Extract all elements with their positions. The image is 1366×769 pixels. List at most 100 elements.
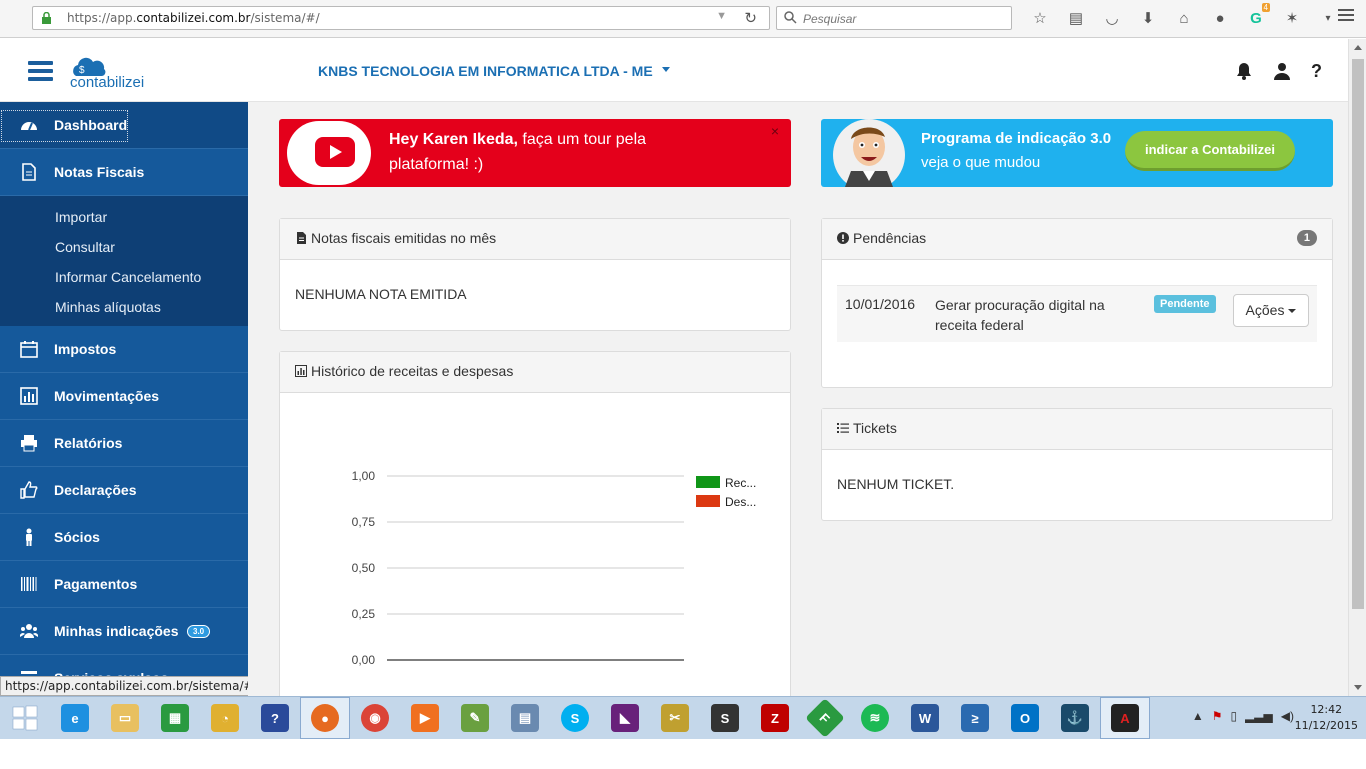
sidebar-item-relatorios[interactable]: Relatórios — [0, 420, 248, 467]
taskbar-firefox[interactable]: ● — [300, 697, 350, 739]
y-tick-label: 0,75 — [352, 515, 376, 529]
volume-icon[interactable]: ◀) — [1281, 709, 1294, 723]
actions-dropdown-button[interactable]: Ações — [1233, 294, 1309, 327]
caret-down-icon — [1288, 309, 1297, 313]
close-icon[interactable]: × — [771, 123, 779, 139]
spotify-icon: ≋ — [861, 704, 889, 732]
pocket-icon[interactable]: ◡ — [1094, 7, 1130, 29]
y-tick-label: 1,00 — [352, 469, 376, 483]
search-icon — [784, 11, 797, 24]
sidebar-item-label: Notas Fiscais — [54, 164, 145, 180]
taskbar-help[interactable]: ? — [250, 697, 300, 739]
chrome-icon: ◉ — [361, 704, 389, 732]
legend-label[interactable]: Des... — [725, 495, 756, 509]
system-tray: ▲ ⚑ ▯ ▂▃▅ ◀) — [1192, 709, 1294, 723]
taskbar-timer[interactable]: ◔ — [200, 697, 250, 739]
user-icon[interactable] — [1272, 61, 1292, 81]
taskbar-sublime[interactable]: S — [700, 697, 750, 739]
scroll-up-icon[interactable] — [1354, 45, 1362, 50]
stopwatch-icon: ◔ — [211, 704, 239, 732]
taskbar-explorer[interactable]: ▭ — [100, 697, 150, 739]
youtube-play-icon[interactable] — [315, 137, 355, 167]
taskbar-media[interactable]: ▶ — [400, 697, 450, 739]
sidebar-item-notas-fiscais[interactable]: Notas Fiscais — [0, 149, 248, 196]
diamond-app-icon: F — [805, 698, 845, 738]
taskbar-filezilla[interactable]: Z — [750, 697, 800, 739]
logo-text[interactable]: contabilizei — [70, 74, 144, 91]
sidebar-item-pagamentos[interactable]: Pagamentos — [0, 561, 248, 608]
taskbar-calculator[interactable]: ▤ — [500, 697, 550, 739]
taskbar-visual-studio[interactable]: ◣ — [600, 697, 650, 739]
clock-date: 11/12/2015 — [1294, 719, 1358, 732]
bell-icon[interactable] — [1234, 61, 1254, 81]
filezilla-icon: Z — [761, 704, 789, 732]
submenu-item-informar-cancelamento[interactable]: Informar Cancelamento — [0, 262, 248, 292]
chat-icon[interactable]: ● — [1202, 7, 1238, 29]
panel-title: Pendências — [853, 230, 927, 246]
submenu-item-minhas-aliquotas[interactable]: Minhas alíquotas — [0, 292, 248, 322]
taskbar-mysql[interactable]: ⚓ — [1050, 697, 1100, 739]
indication-banner[interactable]: Programa de indicação 3.0 veja o que mudo… — [821, 119, 1333, 187]
menu-toggle-icon[interactable] — [28, 61, 53, 81]
grammarly-icon[interactable]: G4 — [1238, 3, 1274, 29]
scroll-down-icon[interactable] — [1354, 685, 1362, 690]
taskbar-tools[interactable]: ✂ — [650, 697, 700, 739]
extension-icon[interactable]: ✶ — [1274, 7, 1310, 29]
powershell-icon: ≥ — [961, 704, 989, 732]
taskbar-notepad[interactable]: ✎ — [450, 697, 500, 739]
acrobat-icon: A — [1111, 704, 1139, 732]
help-icon[interactable]: ? — [1311, 61, 1322, 82]
download-icon[interactable]: ⬇ — [1130, 7, 1166, 29]
browser-search-input[interactable]: Pesquisar — [776, 6, 1012, 30]
tools-icon: ✂ — [661, 704, 689, 732]
taskbar-apps: e ▭ ▦ ◔ ? ● ◉ ▶ ✎ ▤ S ◣ ✂ S Z F ≋ W ≥ O … — [0, 697, 1150, 739]
taskbar-word[interactable]: W — [900, 697, 950, 739]
taskbar-acrobat[interactable]: A — [1100, 697, 1150, 739]
legend-label[interactable]: Rec... — [725, 476, 756, 490]
taskbar-chrome[interactable]: ◉ — [350, 697, 400, 739]
sidebar-item-declaracoes[interactable]: Declarações — [0, 467, 248, 514]
folder-icon: ▭ — [111, 704, 139, 732]
sidebar-item-socios[interactable]: Sócios — [0, 514, 248, 561]
flag-icon[interactable]: ⚑ — [1212, 709, 1223, 723]
system-clock[interactable]: 12:42 11/12/2015 — [1295, 702, 1358, 734]
reload-icon[interactable]: ↻ — [744, 9, 757, 27]
sidebar-item-label: Sócios — [54, 529, 100, 545]
reading-list-icon[interactable]: ▤ — [1058, 7, 1094, 29]
chevron-down-icon[interactable] — [662, 67, 670, 72]
indicate-button[interactable]: indicar a Contabilizei — [1125, 131, 1295, 171]
url-dropdown-icon[interactable]: ▼ — [716, 10, 727, 22]
sidebar-item-minhas-indicacoes[interactable]: Minhas indicações 3.0 — [0, 608, 248, 655]
tour-banner[interactable]: Hey Karen Ikeda, faça um tour pela plata… — [279, 119, 791, 187]
sidebar-item-movimentacoes[interactable]: Movimentações — [0, 373, 248, 420]
battery-icon[interactable]: ▯ — [1230, 709, 1237, 723]
signal-icon[interactable]: ▂▃▅ — [1245, 709, 1273, 723]
legend-swatch — [696, 495, 720, 507]
tickets-panel: Tickets NENHUM TICKET. — [821, 408, 1333, 521]
taskbar-skype[interactable]: S — [550, 697, 600, 739]
taskbar-store[interactable]: ▦ — [150, 697, 200, 739]
home-icon[interactable]: ⌂ — [1166, 7, 1202, 29]
tray-expand-icon[interactable]: ▲ — [1192, 709, 1204, 723]
sidebar-item-dashboard[interactable]: Dashboard — [0, 102, 248, 149]
taskbar-spotify[interactable]: ≋ — [850, 697, 900, 739]
company-selector[interactable]: KNBS TECNOLOGIA EM INFORMATICA LTDA - ME — [318, 63, 653, 79]
start-button[interactable] — [0, 697, 50, 739]
address-bar[interactable]: https://app.contabilizei.com.br/sistema/… — [32, 6, 770, 30]
browser-menu-icon[interactable] — [1338, 9, 1354, 23]
main-content: Hey Karen Ikeda, faça um tour pela plata… — [248, 102, 1348, 696]
submenu-item-consultar[interactable]: Consultar — [0, 232, 248, 262]
panel-title: Notas fiscais emitidas no mês — [311, 230, 497, 246]
page-scrollbar[interactable] — [1348, 39, 1366, 696]
sidebar-item-label: Declarações — [54, 482, 137, 498]
taskbar-powershell[interactable]: ≥ — [950, 697, 1000, 739]
taskbar-app-green[interactable]: F — [800, 697, 850, 739]
sidebar-item-impostos[interactable]: Impostos — [0, 326, 248, 373]
panel-header: Notas fiscais emitidas no mês — [280, 219, 790, 260]
visual-studio-icon: ◣ — [611, 704, 639, 732]
bookmark-star-icon[interactable]: ☆ — [1022, 7, 1058, 29]
taskbar-outlook[interactable]: O — [1000, 697, 1050, 739]
scroll-thumb[interactable] — [1352, 59, 1364, 609]
taskbar-ie[interactable]: e — [50, 697, 100, 739]
submenu-item-importar[interactable]: Importar — [0, 202, 248, 232]
